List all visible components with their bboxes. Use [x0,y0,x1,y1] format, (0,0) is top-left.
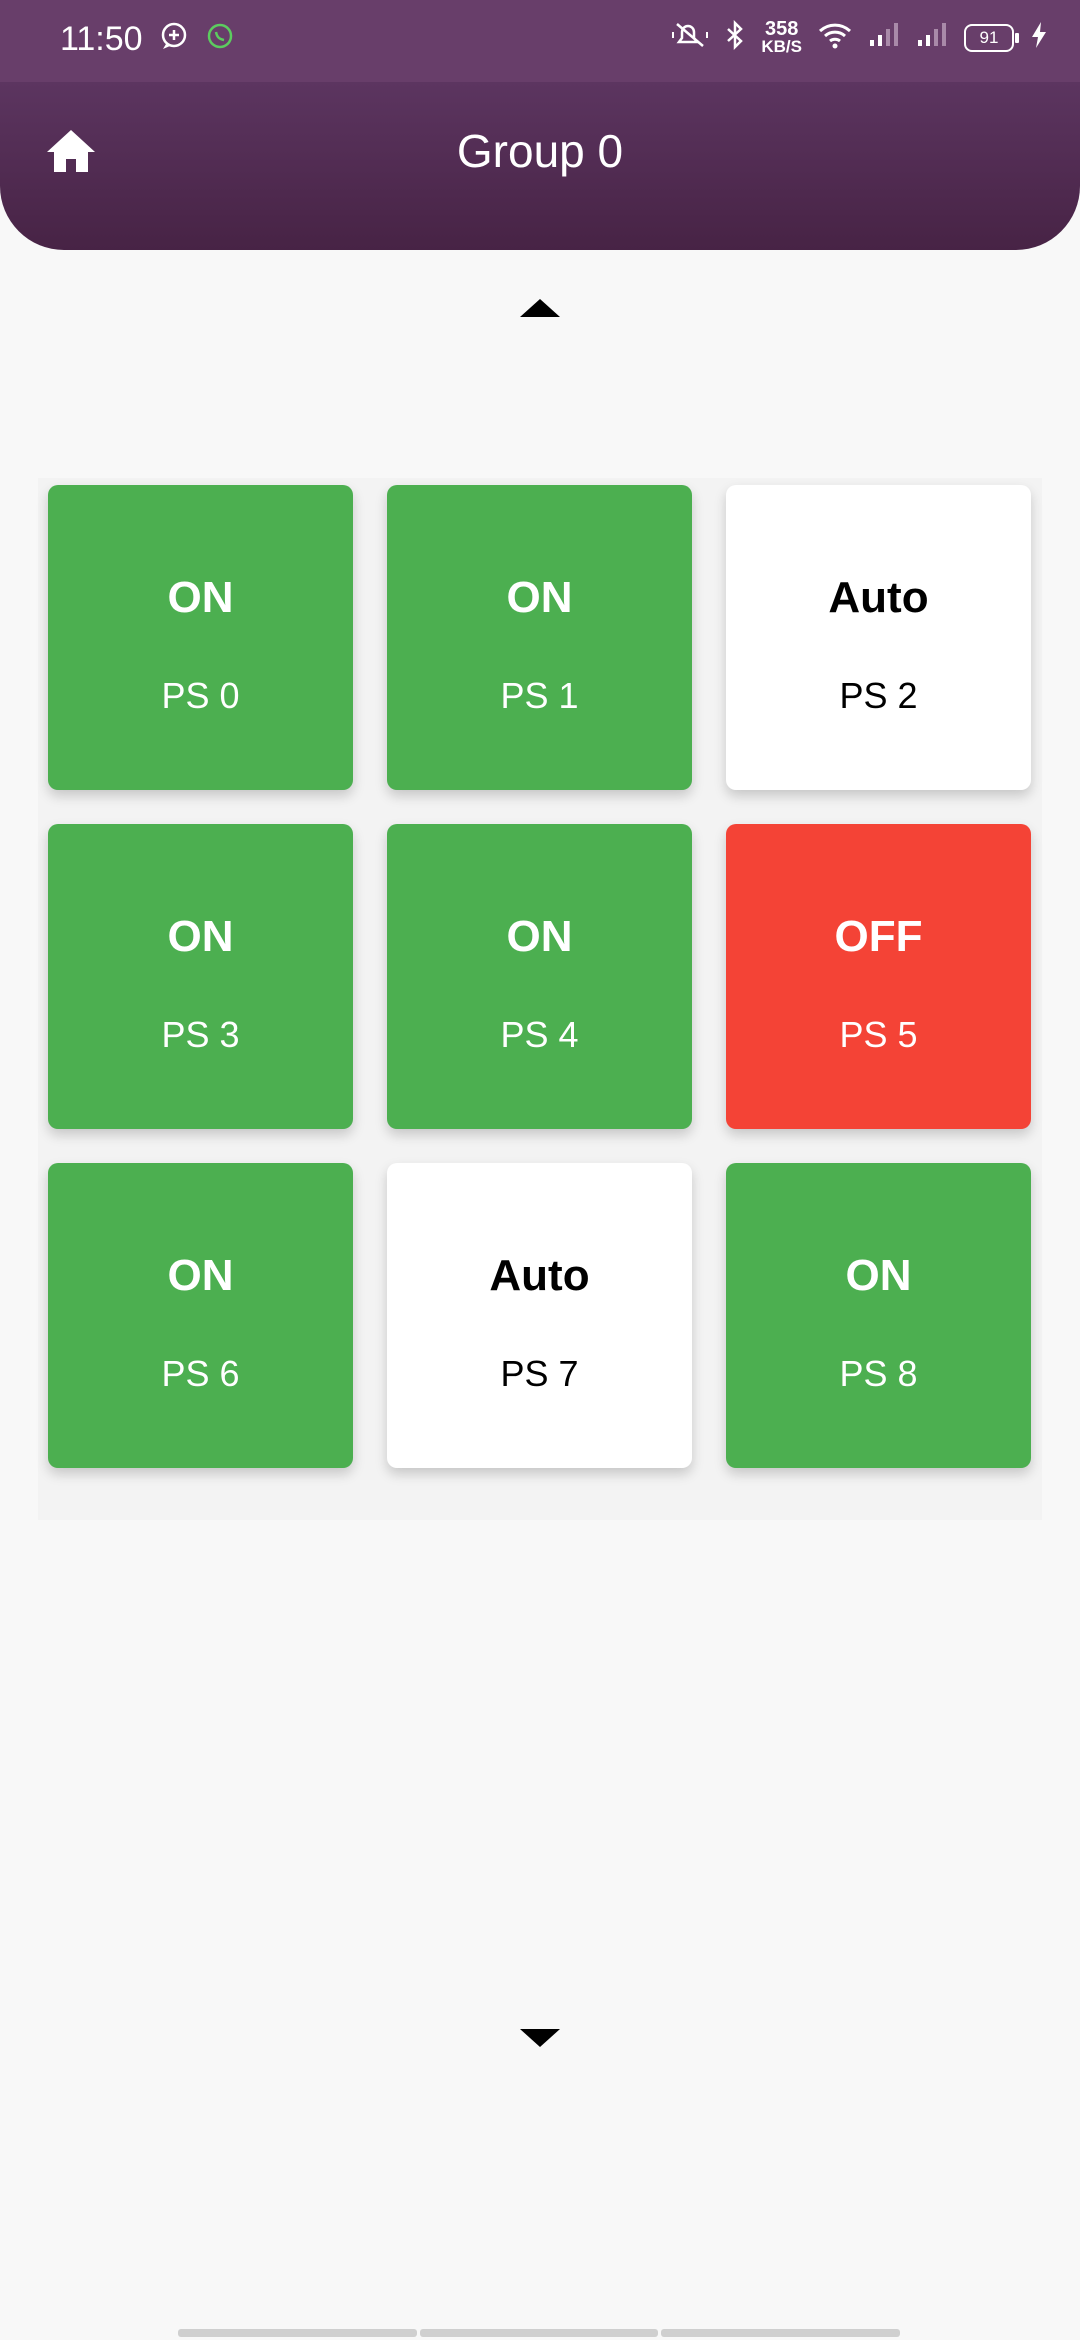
tile-ps-7[interactable]: Auto PS 7 [387,1163,692,1468]
page-title: Group 0 [456,125,624,177]
bluetooth-icon [725,19,745,55]
tile-label: PS 1 [500,675,579,716]
status-time: 11:50 [60,20,143,58]
tile-state: ON [167,573,234,622]
tile-state: OFF [834,912,923,961]
app-bar: Group 0 [0,82,1080,250]
tile-state: ON [167,912,234,961]
tile-ps-4[interactable]: ON PS 4 [387,824,692,1129]
tile-ps-8[interactable]: ON PS 8 [726,1163,1031,1468]
tile-ps-1[interactable]: ON PS 1 [387,485,692,790]
net-speed: 358 KB/S [761,17,802,56]
tile-label: PS 2 [839,675,918,716]
tile-label: PS 3 [161,1014,240,1055]
mute-icon [671,20,709,55]
tile-state: Auto [828,573,929,622]
charging-icon [1030,21,1048,54]
tile-label: PS 8 [839,1353,918,1394]
tile-label: PS 4 [500,1014,579,1055]
tile-label: PS 6 [161,1353,240,1394]
wifi-icon [818,21,852,54]
tile-label: PS 5 [839,1014,918,1055]
signal-icon [916,22,948,53]
scroll-down-button[interactable] [520,2027,560,2049]
battery-indicator: 91 [964,23,1019,52]
tile-state: Auto [489,1251,590,1300]
tile-state: ON [506,912,573,961]
caret-up-icon [520,299,560,317]
tile-ps-2[interactable]: Auto PS 2 [726,485,1031,790]
chat-bubble-icon [160,22,188,55]
signal-icon [868,22,900,53]
scroll-up-button[interactable] [520,297,560,319]
net-speed-unit: KB/S [761,36,802,56]
gesture-nav-bar[interactable] [178,2329,901,2337]
tile-ps-6[interactable]: ON PS 6 [48,1163,353,1468]
nav-segment [178,2329,417,2337]
tile-state: ON [167,1251,234,1300]
nav-segment [661,2329,901,2337]
caret-down-icon [520,2029,560,2047]
tile-state: ON [845,1251,912,1300]
tile-grid: ON PS 0 ON PS 1 Auto PS 2 ON PS 3 ON PS … [38,478,1042,1520]
whatsapp-icon [206,22,234,55]
net-speed-value: 358 [765,17,799,40]
tile-ps-3[interactable]: ON PS 3 [48,824,353,1129]
nav-segment [419,2329,659,2337]
tile-label: PS 7 [500,1353,579,1394]
tile-state: ON [506,573,573,622]
tile-label: PS 0 [161,675,240,716]
status-bar: 11:50 358 KB/S 91 [0,0,1080,82]
tile-ps-0[interactable]: ON PS 0 [48,485,353,790]
tile-ps-5[interactable]: OFF PS 5 [726,824,1031,1129]
